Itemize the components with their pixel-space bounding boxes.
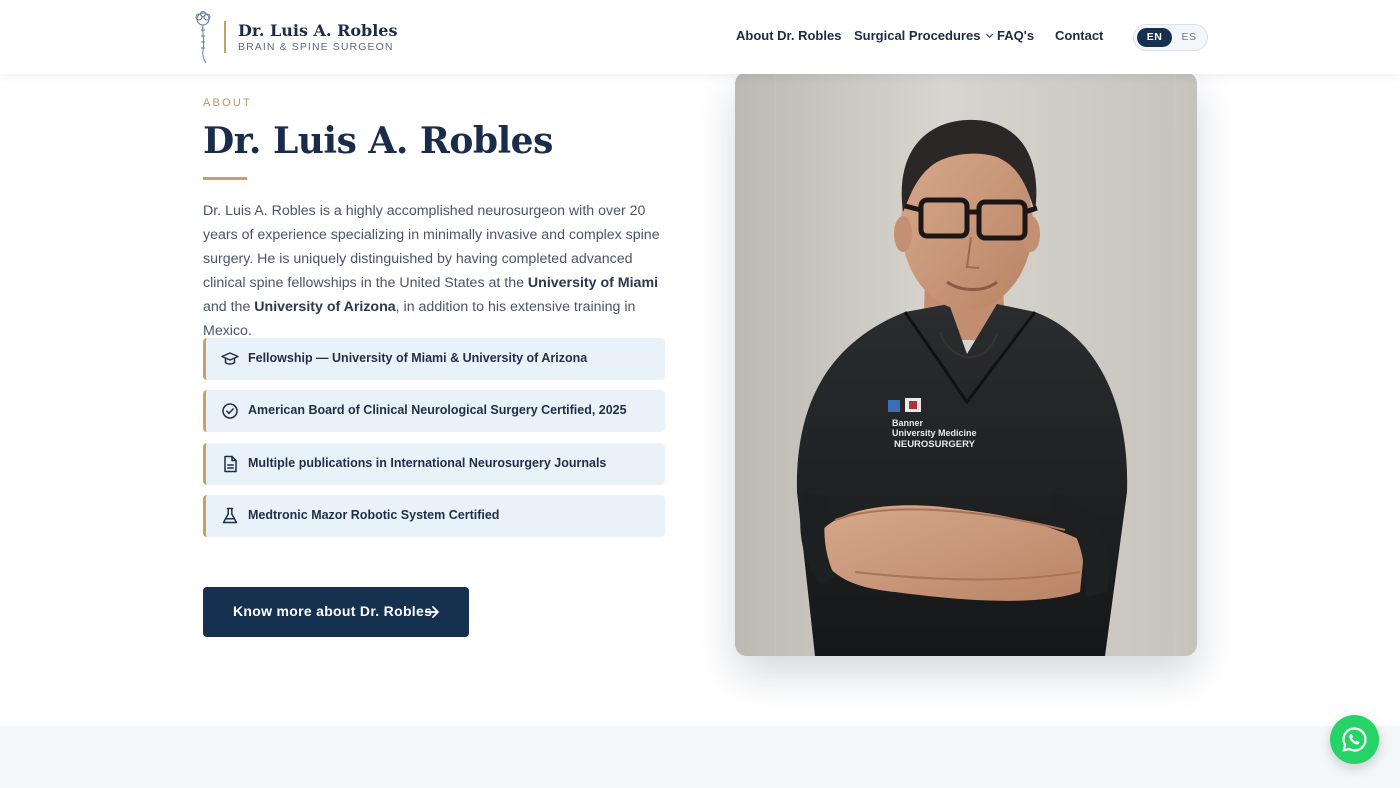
lang-en-button[interactable]: EN: [1137, 28, 1172, 47]
credential-text: American Board of Clinical Neurological …: [248, 403, 627, 417]
know-more-label: Know more about Dr. Robles: [233, 603, 433, 619]
scrub-text-neurosurgery: NEUROSURGERY: [894, 439, 976, 450]
language-switcher: EN ES: [1133, 24, 1208, 51]
logo-tagline: BRAIN & SPINE SURGEON: [238, 41, 394, 53]
nav-surgical-procedures[interactable]: Surgical Procedures: [854, 28, 994, 43]
doctor-portrait-photo: Banner University Medicine NEUROSURGERY: [735, 72, 1197, 656]
credential-item: Multiple publications in International N…: [203, 443, 665, 485]
credential-text: Medtronic Mazor Robotic System Certified: [248, 508, 500, 522]
nav-surgical-procedures-label: Surgical Procedures: [854, 28, 981, 43]
credential-item: Fellowship — University of Miami & Unive…: [203, 338, 665, 380]
spine-brain-logo-icon[interactable]: [190, 10, 216, 64]
bio-text-2: and the: [203, 299, 255, 315]
nav-contact[interactable]: Contact: [1055, 28, 1103, 43]
logo-divider: [224, 21, 226, 53]
arrow-right-icon: [425, 606, 439, 618]
site-header: Dr. Luis A. Robles BRAIN & SPINE SURGEON…: [0, 0, 1400, 74]
flask-icon: [222, 507, 238, 524]
credential-item: Medtronic Mazor Robotic System Certified: [203, 495, 665, 537]
chevron-down-icon: [986, 30, 994, 39]
credential-text: Multiple publications in International N…: [248, 456, 607, 470]
bio-university-arizona: University of Arizona: [254, 299, 396, 315]
nav-faq[interactable]: FAQ's: [997, 28, 1034, 43]
document-icon: [224, 455, 237, 473]
doctor-portrait-illustration: Banner University Medicine NEUROSURGERY: [735, 72, 1197, 656]
lang-es-button[interactable]: ES: [1178, 28, 1200, 47]
credential-item: American Board of Clinical Neurological …: [203, 390, 665, 432]
bio-paragraph: Dr. Luis A. Robles is a highly accomplis…: [203, 199, 663, 343]
section-eyebrow: ABOUT: [203, 97, 252, 109]
know-more-button[interactable]: Know more about Dr. Robles: [203, 587, 469, 637]
whatsapp-button[interactable]: [1330, 715, 1379, 764]
scrub-text-banner: Banner: [892, 418, 924, 428]
graduation-cap-icon: [221, 352, 239, 365]
page-title: Dr. Luis A. Robles: [203, 120, 553, 162]
credential-text: Fellowship — University of Miami & Unive…: [248, 351, 588, 365]
whatsapp-icon: [1342, 727, 1367, 752]
logo-name[interactable]: Dr. Luis A. Robles: [238, 21, 398, 40]
title-underline: [203, 177, 247, 180]
scrub-text-university: University Medicine: [892, 428, 977, 438]
bio-university-miami: University of Miami: [527, 275, 659, 291]
check-circle-icon: [222, 403, 238, 419]
nav-about[interactable]: About Dr. Robles: [736, 28, 841, 43]
next-section-background: [0, 726, 1400, 788]
